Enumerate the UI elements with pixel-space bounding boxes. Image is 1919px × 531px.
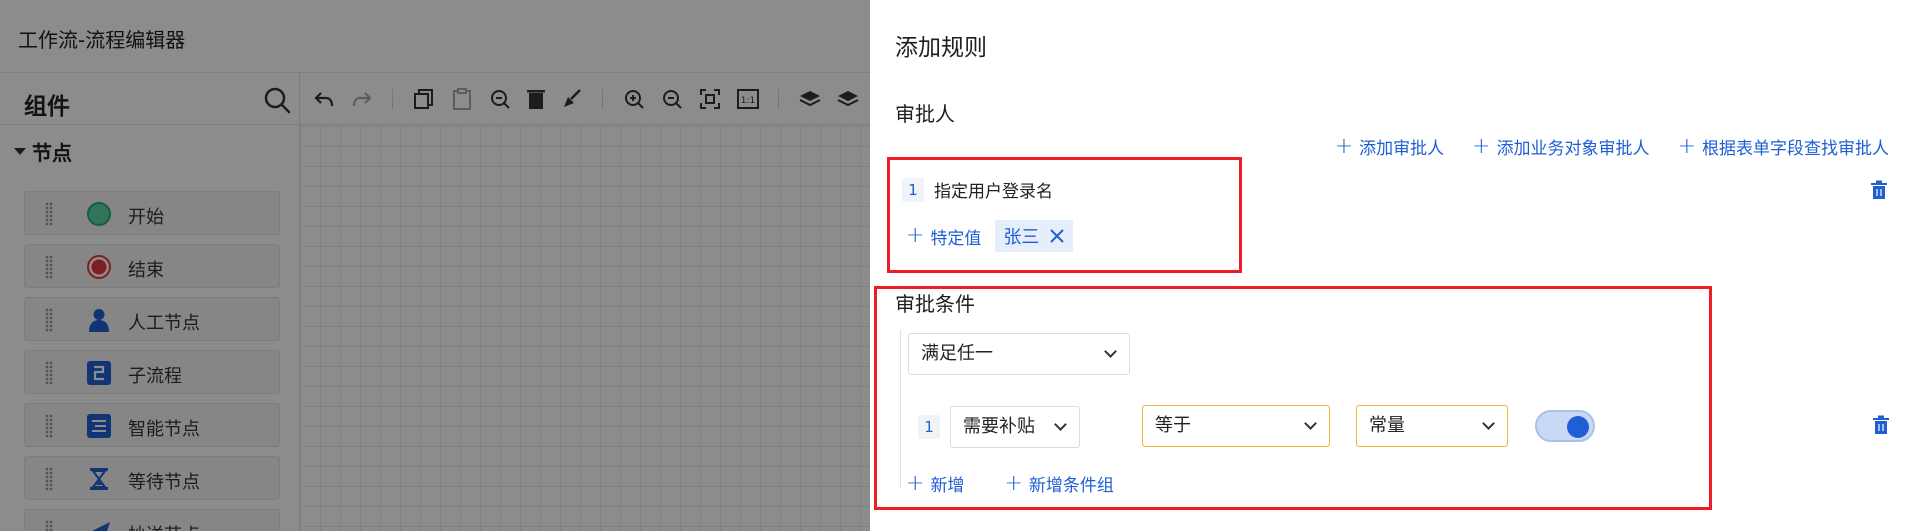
approver-add-actions: + 添加审批人 + 添加业务对象审批人 + 根据表单字段查找审批人 [1335,134,1889,159]
condition-highlight-box [874,286,1712,510]
approver-section-title: 审批人 [895,102,955,126]
add-approver-label: 添加审批人 [1359,139,1445,159]
add-rule-drawer: 添加规则 审批人 + 添加审批人 + 添加业务对象审批人 + 根据表单字段查找审批人 … [870,0,1919,531]
delete-approver-icon[interactable] [1870,180,1888,200]
add-approver-button[interactable]: + 添加审批人 [1335,134,1444,159]
plus-icon: + [1334,133,1354,159]
add-business-object-approver-button[interactable]: + 添加业务对象审批人 [1472,134,1649,159]
approver-highlight-box [887,157,1242,273]
plus-icon: + [1677,133,1696,159]
find-approver-by-form-field-label: 根据表单字段查找审批人 [1702,139,1889,159]
add-business-object-approver-label: 添加业务对象审批人 [1496,139,1650,159]
workflow-editor: 工作流-流程编辑器 组件 节点 开始 结束 人工节点 子流程 智能节点 等待节点… [0,0,870,531]
modal-overlay[interactable] [0,0,870,531]
find-approver-by-form-field-button[interactable]: + 根据表单字段查找审批人 [1678,134,1889,159]
delete-condition-icon[interactable] [1872,415,1890,435]
drawer-title: 添加规则 [895,35,987,61]
plus-icon: + [1472,133,1491,159]
